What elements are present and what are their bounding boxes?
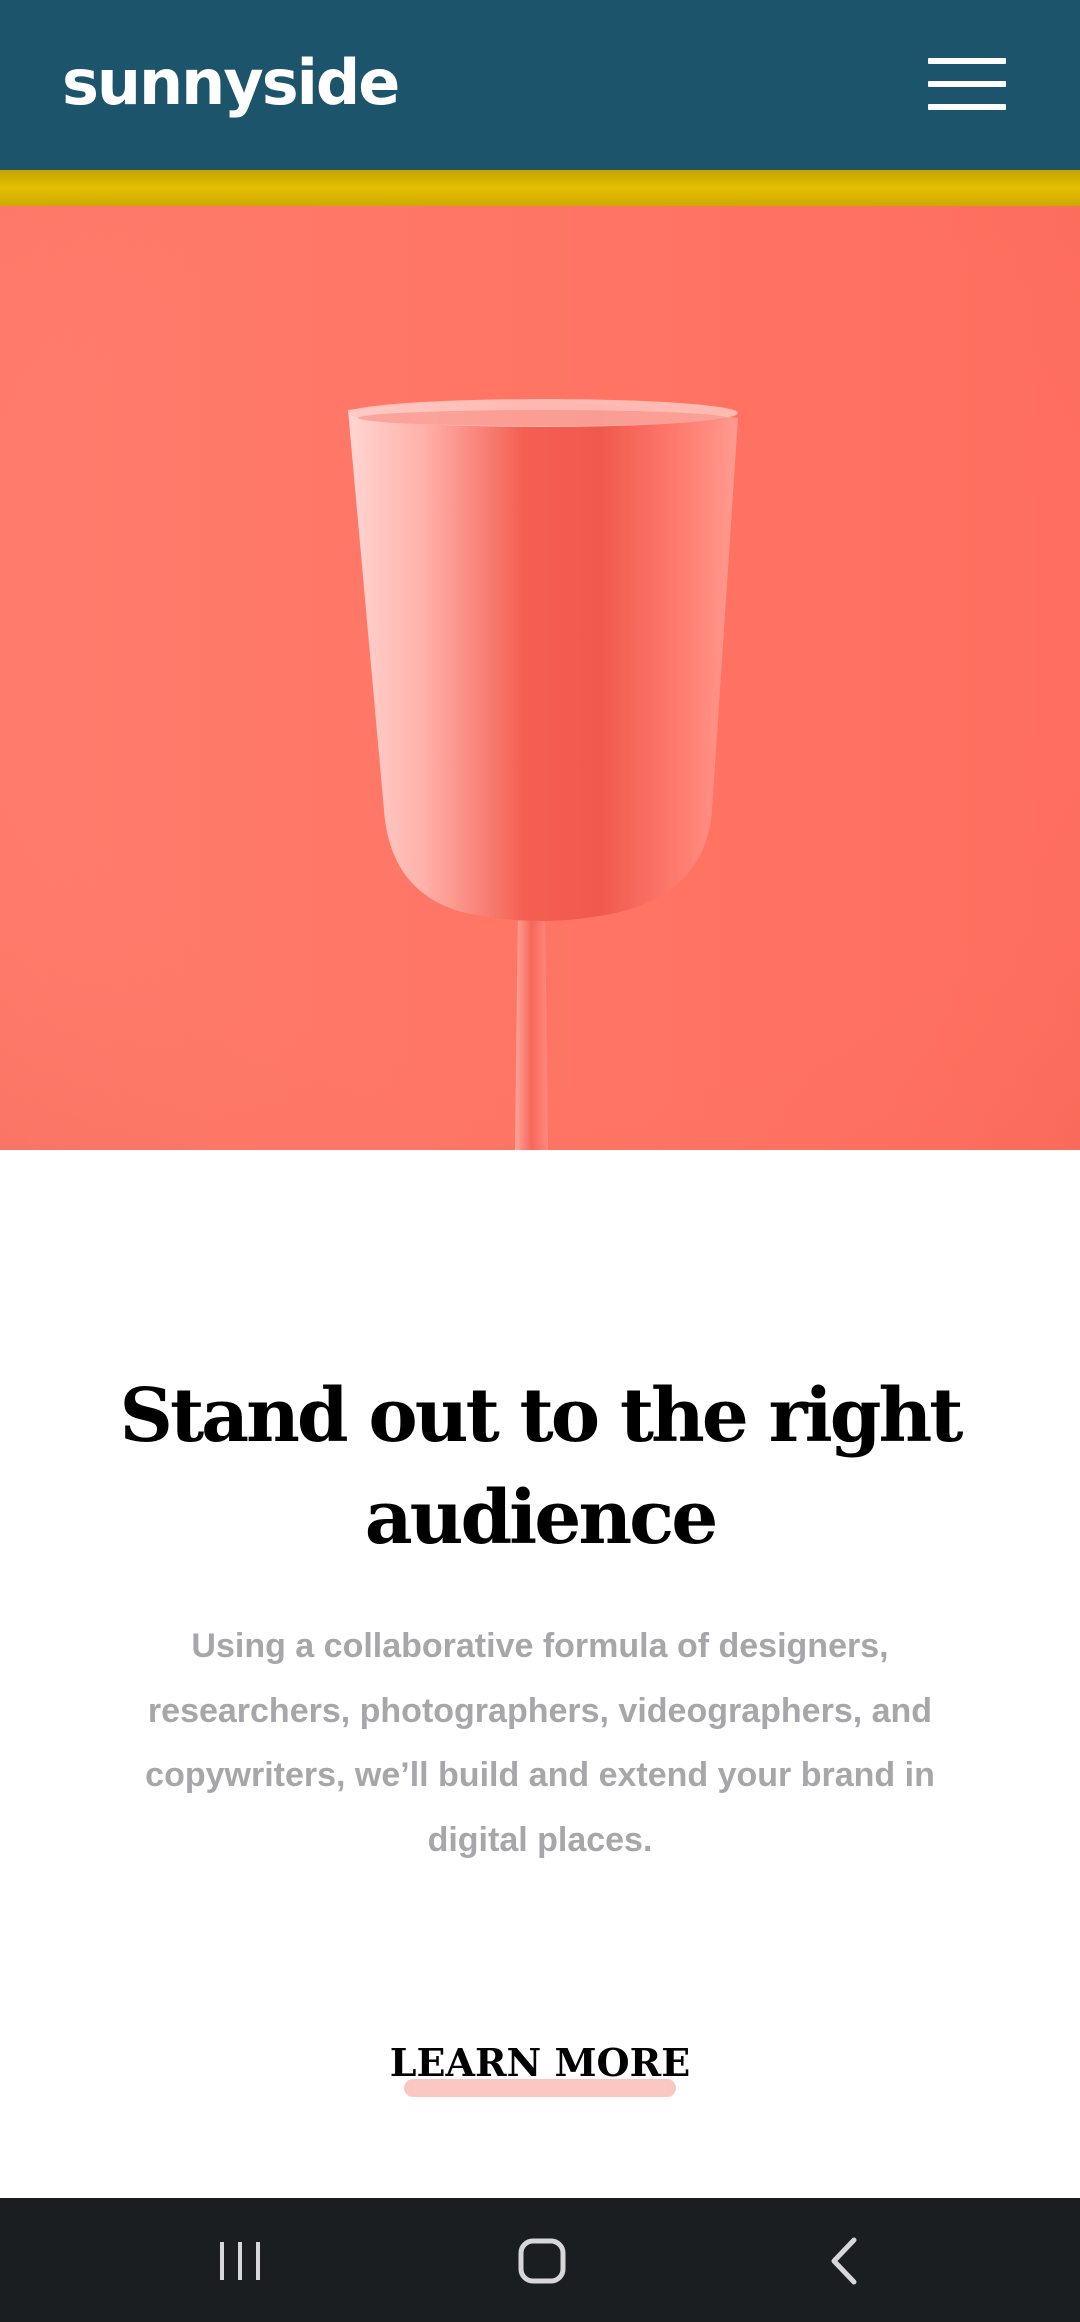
site-header: sunnyside (0, 0, 1080, 170)
learn-more-label: LEARN MORE (389, 2040, 691, 2085)
hamburger-menu-icon[interactable] (920, 50, 1012, 120)
back-icon[interactable] (784, 2220, 904, 2300)
wine-glass-illustration (0, 170, 1080, 1150)
home-icon[interactable] (482, 2220, 602, 2300)
description-text: Using a collaborative formula of designe… (145, 1627, 935, 1859)
hero-image (0, 170, 1080, 1150)
recent-apps-icon[interactable] (180, 2220, 300, 2300)
system-navigation-bar (0, 2198, 1080, 2322)
main-content: Stand out to the right audience Using a c… (0, 1150, 1080, 2198)
site-logo[interactable]: sunnyside (62, 38, 400, 128)
learn-more-link[interactable]: LEARN MORE (340, 2035, 740, 2097)
headline-line-1: Stand out to the right (119, 1373, 964, 1459)
headline-line-2: audience (364, 1475, 719, 1561)
page-title: Stand out to the right audience (90, 1365, 990, 1569)
